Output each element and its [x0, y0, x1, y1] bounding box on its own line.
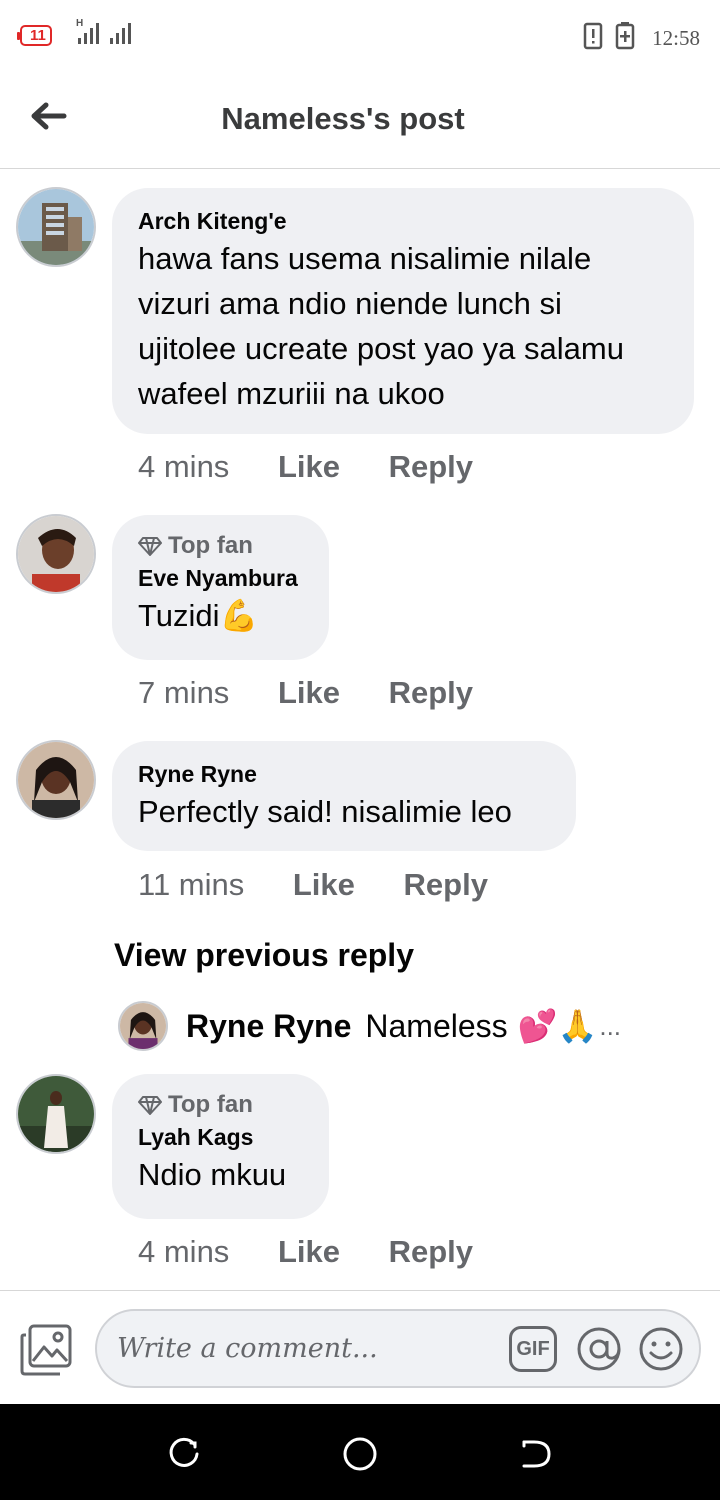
top-fan-badge: Top fan	[138, 1090, 303, 1120]
comment-text-line: hawa fans usema nisalimie nilale	[138, 241, 592, 276]
page-title: Nameless's post	[221, 101, 465, 136]
like-button[interactable]: Like	[278, 1234, 340, 1270]
comment-bubble[interactable]: Arch Kiteng'e hawa fans usema nisalimie …	[112, 188, 694, 434]
comment-author[interactable]: Lyah Kags	[138, 1122, 303, 1152]
reply-author[interactable]: Ryne Ryne	[186, 1008, 351, 1045]
recent-apps-icon[interactable]	[164, 1434, 204, 1474]
comment-time: 4 mins	[138, 449, 230, 484]
comment-actions: 4 mins Like Reply	[138, 1234, 513, 1270]
clock: 12:58	[652, 26, 700, 50]
comment-text-line: wafeel mzuriii na ukoo	[138, 376, 445, 411]
comment-actions: 11 mins Like Reply	[138, 867, 528, 903]
comment-composer: Write a comment... GIF	[0, 1290, 720, 1404]
comment-author[interactable]: Ryne Ryne	[138, 759, 550, 789]
reply-button[interactable]: Reply	[404, 867, 488, 903]
comment-author[interactable]: Eve Nyambura	[138, 563, 303, 593]
reply-preview[interactable]: Ryne Ryne Nameless 💕🙏 ...	[118, 1001, 621, 1051]
avatar-ryne-ryne-small[interactable]	[118, 1001, 168, 1051]
comment-bubble[interactable]: Ryne Ryne Perfectly said! nisalimie leo	[112, 741, 576, 851]
alert-icon	[583, 22, 603, 50]
comment-time: 4 mins	[138, 1234, 230, 1269]
battery-charging-icon	[615, 22, 635, 50]
top-fan-badge: Top fan	[138, 531, 303, 561]
comment-time: 7 mins	[138, 675, 230, 710]
comment-text: Ndio mkuu	[138, 1157, 287, 1192]
signal-strength-icon-2	[110, 22, 136, 44]
comment-text: Perfectly said! nisalimie leo	[138, 794, 512, 829]
diamond-icon	[138, 1096, 162, 1115]
flexed-biceps-emoji: 💪	[219, 598, 259, 633]
avatar-lyah-kags[interactable]	[16, 1074, 96, 1154]
signal-strength-icon	[78, 22, 104, 44]
top-fan-label: Top fan	[168, 1091, 253, 1118]
reply-button[interactable]: Reply	[389, 449, 473, 485]
like-button[interactable]: Like	[278, 449, 340, 485]
avatar-eve-nyambura[interactable]	[16, 514, 96, 594]
comment-bubble[interactable]: Top fan Eve Nyambura Tuzidi💪	[112, 515, 329, 660]
system-navigation-bar	[0, 1404, 720, 1500]
back-icon[interactable]	[516, 1434, 556, 1474]
diamond-icon	[138, 537, 162, 556]
comment-actions: 7 mins Like Reply	[138, 675, 513, 711]
comment-time: 11 mins	[138, 867, 245, 902]
home-icon[interactable]	[340, 1434, 380, 1474]
reply-button[interactable]: Reply	[389, 1234, 473, 1270]
comment-text-line: vizuri ama ndio niende lunch si	[138, 286, 562, 321]
like-button[interactable]: Like	[278, 675, 340, 711]
comment-input[interactable]: Write a comment... GIF	[95, 1309, 701, 1388]
comment-input-placeholder: Write a comment...	[117, 1333, 378, 1364]
battery-level-badge: 11	[17, 25, 52, 46]
reply-emojis: 💕🙏	[517, 1008, 598, 1044]
reply-ellipsis: ...	[599, 1010, 622, 1041]
comment-text: Tuzidi💪	[138, 593, 303, 638]
comment-bubble[interactable]: Top fan Lyah Kags Ndio mkuu	[112, 1074, 329, 1219]
comment-actions: 4 mins Like Reply	[138, 449, 513, 485]
top-fan-label: Top fan	[168, 532, 253, 559]
comment-text-content: Tuzidi	[138, 598, 220, 633]
reply-button[interactable]: Reply	[389, 675, 473, 711]
avatar-arch-kitenge[interactable]	[16, 187, 96, 267]
comment-author[interactable]: Arch Kiteng'e	[138, 206, 668, 236]
smiley-icon[interactable]	[637, 1325, 685, 1373]
status-bar: 11 H 12:58	[0, 0, 720, 72]
post-header: Nameless's post	[0, 72, 720, 169]
view-previous-reply-link[interactable]: View previous reply	[114, 937, 414, 974]
comment-text-line: ujitolee ucreate post yao ya salamu	[138, 331, 624, 366]
like-button[interactable]: Like	[293, 867, 355, 903]
gif-icon[interactable]: GIF	[509, 1326, 557, 1372]
photo-icon[interactable]	[20, 1323, 74, 1377]
avatar-ryne-ryne[interactable]	[16, 740, 96, 820]
at-mention-icon[interactable]	[575, 1325, 623, 1373]
reply-text: Nameless	[365, 1007, 508, 1044]
